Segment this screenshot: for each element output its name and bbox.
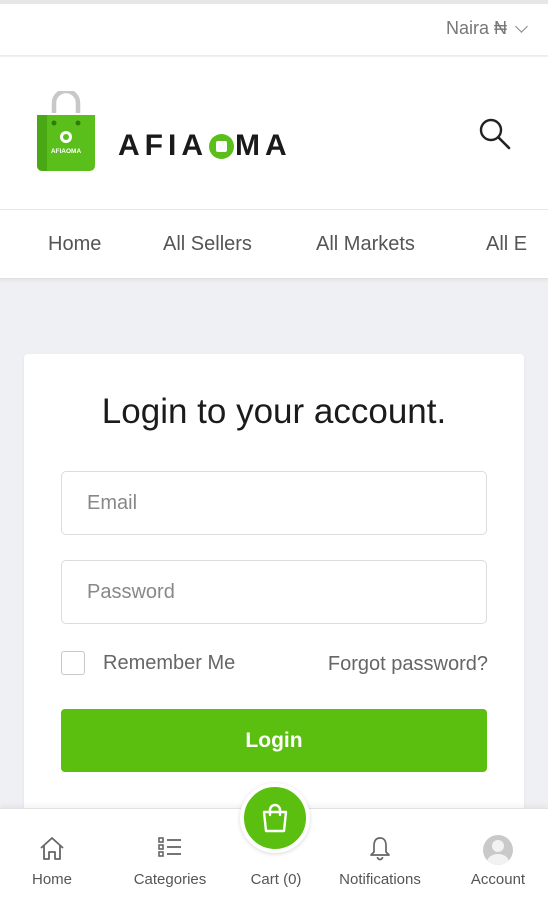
brand-name-start: AFIA bbox=[118, 129, 208, 162]
thumbs-up-o-icon bbox=[209, 133, 234, 159]
nav-item-all-markets[interactable]: All Markets bbox=[316, 233, 415, 256]
login-card: Login to your account. Remember Me Forgo… bbox=[24, 354, 524, 834]
nav-item-home[interactable]: Home bbox=[48, 233, 101, 256]
remember-me-label[interactable]: Remember Me bbox=[103, 652, 235, 675]
bottom-nav-notifications[interactable]: Notifications bbox=[326, 809, 434, 900]
site-header: AFIAOMA AFIA MA bbox=[0, 57, 548, 209]
remember-me-checkbox[interactable] bbox=[61, 651, 85, 675]
currency-selector[interactable]: Naira ₦ bbox=[445, 18, 528, 39]
cart-button[interactable] bbox=[240, 783, 310, 853]
avatar bbox=[483, 835, 513, 865]
home-icon bbox=[40, 837, 64, 860]
bell-icon bbox=[370, 837, 390, 861]
shopping-bag-logo-icon: AFIAOMA bbox=[37, 91, 95, 171]
shopping-bag-icon bbox=[262, 803, 288, 833]
brand-name[interactable]: AFIA MA bbox=[118, 129, 292, 163]
forgot-password-link[interactable]: Forgot password? bbox=[328, 653, 488, 676]
main-nav: Home All Sellers All Markets All E bbox=[0, 209, 548, 279]
nav-item-all-sellers[interactable]: All Sellers bbox=[163, 233, 252, 256]
bottom-nav-cart-label: Cart (0) bbox=[250, 871, 302, 888]
password-field[interactable] bbox=[61, 560, 487, 624]
bottom-nav-home[interactable]: Home bbox=[10, 809, 94, 900]
email-field[interactable] bbox=[61, 471, 487, 535]
login-title: Login to your account. bbox=[101, 392, 447, 431]
bottom-nav-account-label: Account bbox=[470, 871, 526, 888]
bottom-nav-notifications-label: Notifications bbox=[339, 871, 421, 888]
brand-name-end: MA bbox=[235, 129, 292, 162]
top-bar: Naira ₦ bbox=[0, 0, 548, 56]
nav-item-all-e[interactable]: All E bbox=[486, 233, 527, 256]
login-button[interactable]: Login bbox=[61, 709, 487, 772]
chevron-down-icon bbox=[515, 19, 528, 33]
bag-logo-text: AFIAOMA bbox=[51, 148, 82, 155]
bottom-nav-account[interactable]: Account bbox=[458, 809, 538, 900]
bottom-nav-categories[interactable]: Categories bbox=[120, 809, 220, 900]
search-icon[interactable] bbox=[478, 117, 512, 151]
remember-me-row: Remember Me bbox=[61, 651, 235, 675]
bottom-nav-home-label: Home bbox=[31, 871, 72, 888]
bottom-nav-categories-label: Categories bbox=[133, 871, 207, 888]
currency-label: Naira ₦ bbox=[445, 18, 507, 38]
categories-icon bbox=[158, 837, 181, 857]
